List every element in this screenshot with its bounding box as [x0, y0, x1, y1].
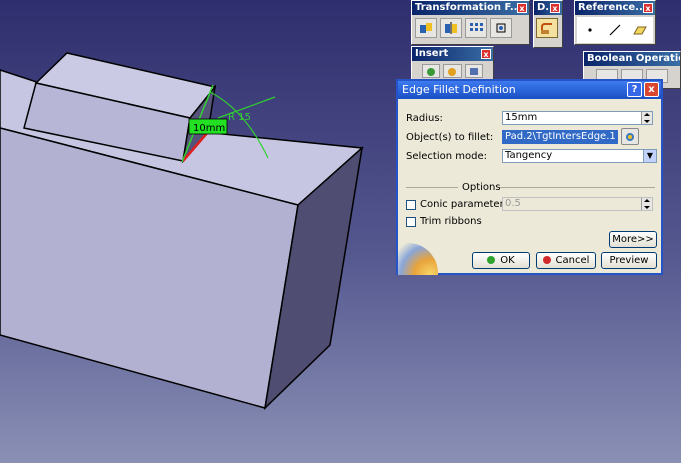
objects-field[interactable]: Pad.2\TgtIntersEdge.1: [502, 130, 618, 144]
conic-parameter-checkbox[interactable]: [406, 200, 416, 210]
cancel-label: Cancel: [555, 255, 590, 266]
scaling-icon[interactable]: [490, 18, 512, 38]
dialog-decoration: [398, 243, 438, 275]
radius-label: Radius:: [406, 113, 443, 124]
close-icon[interactable]: x: [643, 3, 653, 13]
close-icon[interactable]: x: [550, 3, 560, 13]
ok-icon: [487, 256, 496, 264]
line-icon[interactable]: [604, 20, 626, 40]
plane-icon[interactable]: [629, 20, 651, 40]
ordered-set-icon[interactable]: [464, 64, 483, 78]
cancel-button[interactable]: Cancel: [536, 252, 596, 269]
dialog-title: Edge Fillet Definition: [402, 83, 516, 96]
selection-mode-value: Tangency: [505, 150, 553, 161]
edge-fillet-icon[interactable]: [536, 18, 558, 38]
transformation-features-toolbar[interactable]: Transformation F... x: [411, 0, 530, 45]
ok-label: OK: [500, 255, 515, 266]
toolbar-title-text: Insert: [415, 48, 449, 59]
selection-mode-select[interactable]: Tangency ▼: [502, 149, 657, 163]
preview-button[interactable]: Preview: [601, 252, 657, 269]
conic-parameter-value: 0.5: [505, 198, 521, 209]
toolbar-title[interactable]: Transformation F... x: [412, 1, 529, 15]
dimension-label: 10mm: [193, 123, 225, 134]
radius-spinner[interactable]: [641, 112, 652, 124]
selection-mode-label: Selection mode:: [406, 151, 487, 162]
toolbar-title[interactable]: Reference... x: [575, 1, 655, 15]
objects-label: Object(s) to fillet:: [406, 132, 494, 143]
dialog-title-bar[interactable]: Edge Fillet Definition ? x: [398, 81, 661, 99]
trim-ribbons-label: Trim ribbons: [420, 216, 482, 227]
toolbar-title[interactable]: D.. x: [534, 1, 562, 15]
radius-field[interactable]: 15mm: [502, 111, 653, 125]
cancel-icon: [542, 256, 551, 264]
close-icon[interactable]: x: [517, 3, 527, 13]
chevron-down-icon[interactable]: ▼: [643, 150, 656, 162]
edge-fillet-dialog[interactable]: Edge Fillet Definition ? x Radius: 15mm …: [396, 79, 663, 275]
reference-elements-toolbar[interactable]: Reference... x: [574, 0, 656, 45]
toolbar-title-text: Boolean Operations: [587, 53, 680, 64]
options-divider-right: [500, 187, 655, 188]
dress-up-toolbar[interactable]: D.. x: [533, 0, 563, 48]
toolbar-title[interactable]: Insert x: [412, 47, 493, 61]
radius-annotation: R 15: [228, 112, 251, 123]
insert-toolbar[interactable]: Insert x: [411, 46, 494, 82]
point-icon[interactable]: [579, 20, 601, 40]
ok-button[interactable]: OK: [472, 252, 530, 269]
trim-ribbons-checkbox[interactable]: [406, 217, 416, 227]
geometrical-set-icon[interactable]: [443, 64, 462, 78]
pattern-icon[interactable]: [465, 18, 487, 38]
close-button[interactable]: x: [644, 82, 659, 97]
conic-spinner[interactable]: [641, 198, 652, 210]
mirror-icon[interactable]: [440, 18, 462, 38]
help-button[interactable]: ?: [627, 82, 642, 97]
edit-list-icon[interactable]: [621, 128, 639, 145]
conic-parameter-field[interactable]: 0.5: [502, 197, 653, 211]
objects-value: Pad.2\TgtIntersEdge.1: [505, 131, 616, 142]
toolbar-title-text: Transformation F...: [415, 2, 522, 13]
close-icon[interactable]: x: [481, 49, 491, 59]
body-icon[interactable]: [422, 64, 441, 78]
options-heading: Options: [462, 182, 501, 193]
toolbar-title[interactable]: Boolean Operations: [584, 52, 680, 66]
options-divider-left: [406, 187, 458, 188]
more-button[interactable]: More>>: [609, 231, 657, 248]
conic-parameter-label: Conic parameter:: [420, 199, 507, 210]
translation-icon[interactable]: [415, 18, 437, 38]
toolbar-title-text: Reference...: [578, 2, 647, 13]
radius-value: 15mm: [505, 112, 538, 123]
